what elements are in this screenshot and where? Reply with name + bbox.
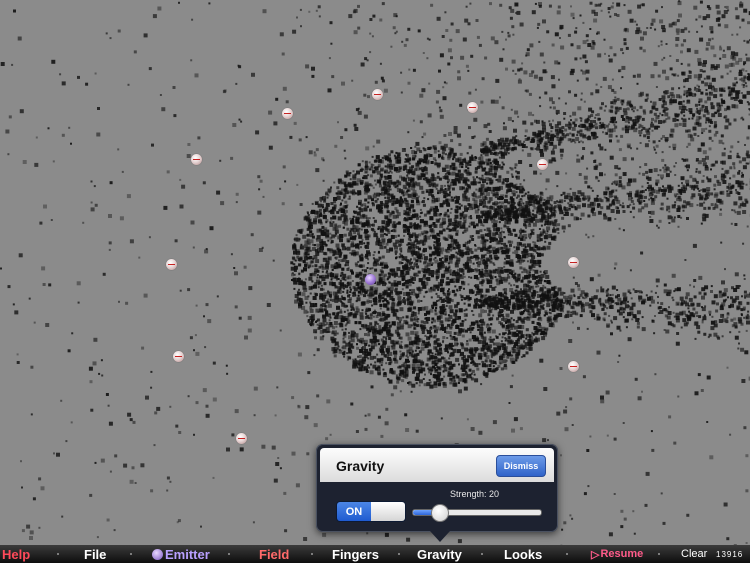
field-node-icon[interactable] bbox=[568, 361, 579, 372]
help-label: Help bbox=[2, 546, 31, 562]
strength-label: Strength: 20 bbox=[450, 489, 500, 499]
toolbar-separator bbox=[481, 553, 483, 555]
field-node-icon[interactable] bbox=[236, 433, 247, 444]
help-button[interactable]: Help bbox=[2, 545, 30, 563]
dismiss-button[interactable]: Dismiss bbox=[496, 455, 546, 477]
gravity-button[interactable]: Gravity bbox=[417, 545, 462, 563]
field-node-icon[interactable] bbox=[372, 89, 383, 100]
fingers-label: Fingers bbox=[332, 546, 379, 562]
field-node-icon[interactable] bbox=[191, 154, 202, 165]
popover-title: Gravity bbox=[336, 458, 385, 474]
resume-label: Resume bbox=[600, 548, 644, 560]
toolbar-separator bbox=[311, 553, 313, 555]
file-label: File bbox=[84, 546, 107, 562]
field-node-icon[interactable] bbox=[173, 351, 184, 362]
field-label: Field bbox=[259, 546, 290, 562]
field-node-icon[interactable] bbox=[282, 108, 293, 119]
toolbar-separator bbox=[658, 553, 660, 555]
bottom-toolbar: Help File Emitter Field Fingers Gravity … bbox=[0, 545, 750, 563]
toggle-knob[interactable] bbox=[371, 502, 405, 521]
clear-button[interactable]: Clear bbox=[681, 545, 707, 563]
field-ball-icon bbox=[246, 549, 257, 560]
emitter-button[interactable]: Emitter bbox=[152, 545, 210, 563]
particle-count-value: 13916 bbox=[716, 549, 744, 559]
field-node-icon[interactable] bbox=[166, 259, 177, 270]
emitter-label: Emitter bbox=[165, 546, 210, 562]
toolbar-separator bbox=[566, 553, 568, 555]
toolbar-separator bbox=[398, 553, 400, 555]
clear-label: Clear bbox=[681, 548, 708, 560]
fingers-button[interactable]: Fingers bbox=[332, 545, 379, 563]
emitter-ball-icon bbox=[152, 548, 163, 560]
field-node-icon[interactable] bbox=[568, 257, 579, 268]
toolbar-separator bbox=[228, 553, 230, 555]
gravity-toggle[interactable]: ON bbox=[336, 501, 406, 522]
field-button[interactable]: Field bbox=[246, 545, 289, 563]
particle-count: 13916 bbox=[716, 545, 743, 563]
file-button[interactable]: File bbox=[84, 545, 106, 563]
field-node-icon[interactable] bbox=[467, 102, 478, 113]
toolbar-separator bbox=[57, 553, 59, 555]
toggle-on-label: ON bbox=[337, 502, 371, 521]
toolbar-separator bbox=[130, 553, 132, 555]
popover-header: Gravity Dismiss bbox=[320, 448, 554, 482]
looks-label: Looks bbox=[504, 546, 543, 562]
gravity-label: Gravity bbox=[417, 546, 462, 562]
slider-thumb[interactable] bbox=[430, 504, 449, 522]
strength-slider[interactable] bbox=[412, 504, 542, 522]
play-icon: ▷ bbox=[591, 548, 600, 561]
field-node-icon[interactable] bbox=[537, 159, 548, 170]
emitter-node-icon[interactable] bbox=[365, 274, 376, 285]
popover-arrow bbox=[430, 531, 450, 542]
looks-button[interactable]: Looks bbox=[504, 545, 542, 563]
resume-button[interactable]: ▷ Resume bbox=[591, 545, 643, 563]
